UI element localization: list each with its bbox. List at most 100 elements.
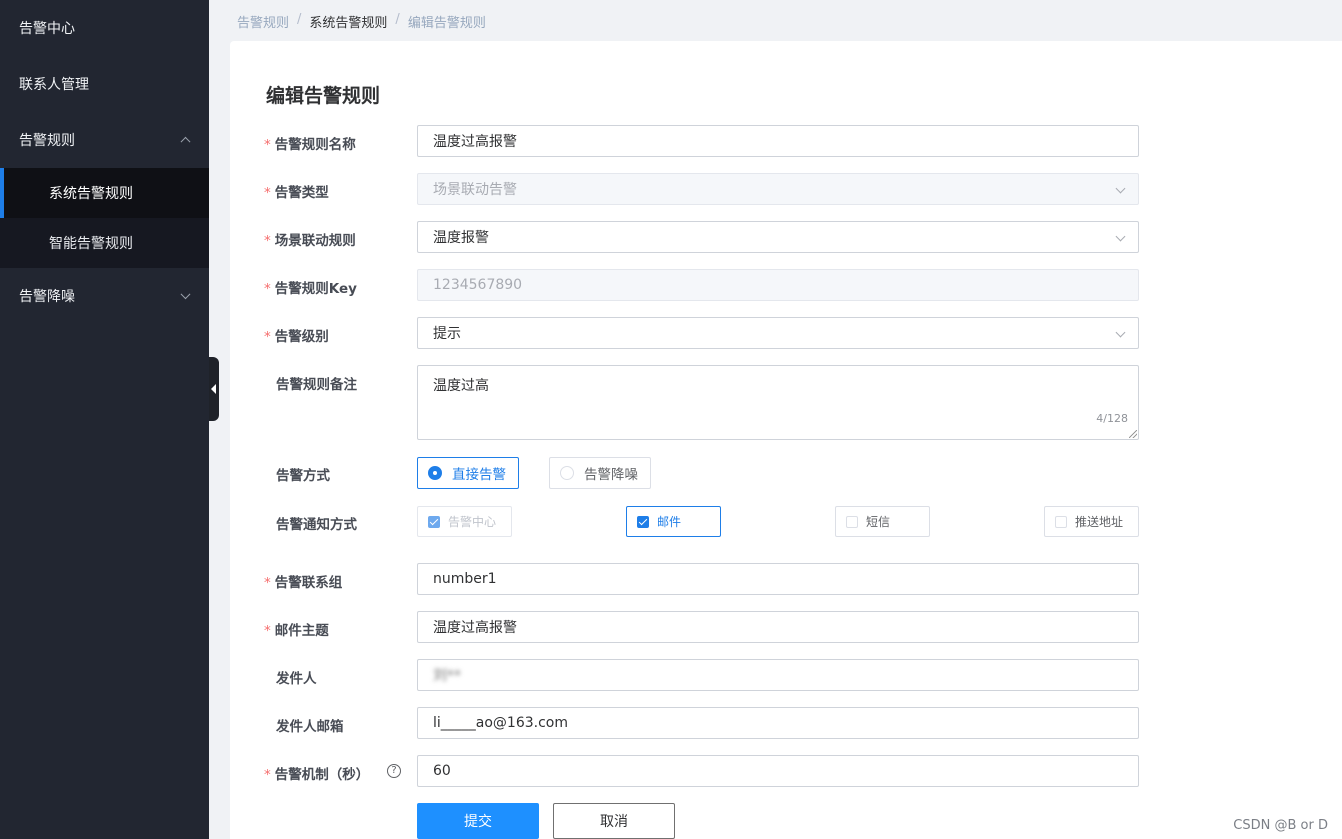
breadcrumb-separator: / bbox=[395, 12, 400, 27]
mail-subject-input[interactable]: 温度过高报警 bbox=[417, 611, 1139, 643]
label-text: 告警类型 bbox=[274, 185, 329, 201]
sender-email-input[interactable]: li_____ao@163.com bbox=[417, 707, 1139, 739]
contact-group-input[interactable]: number1 bbox=[417, 563, 1139, 595]
required-mark: * bbox=[264, 185, 271, 201]
radio-label: 直接告警 bbox=[452, 467, 506, 483]
label-text: 告警机制（秒） bbox=[274, 767, 370, 783]
breadcrumb-link-alarm-rules[interactable]: 告警规则 bbox=[237, 12, 289, 31]
rule-key-input: 1234567890 bbox=[417, 269, 1139, 301]
radio-direct-alarm[interactable]: 直接告警 bbox=[417, 457, 519, 489]
sender-label: 发件人 bbox=[276, 671, 317, 687]
label-text: 告警级别 bbox=[274, 329, 329, 345]
checkbox-label: 告警中心 bbox=[448, 515, 497, 529]
required-mark: * bbox=[264, 233, 271, 249]
sidebar-item-label: 告警规则 bbox=[19, 133, 75, 149]
required-mark: * bbox=[264, 767, 271, 783]
checkbox-checked-icon bbox=[428, 515, 440, 528]
label-text: 场景联动规则 bbox=[274, 233, 356, 249]
radio-checked-icon bbox=[428, 466, 442, 480]
sidebar-item-system-rules[interactable]: 系统告警规则 bbox=[0, 168, 209, 218]
sidebar-item-alarm-center[interactable]: 告警中心 bbox=[0, 0, 209, 56]
level-select[interactable]: 提示 bbox=[417, 317, 1139, 349]
sidebar-submenu: 系统告警规则 智能告警规则 bbox=[0, 168, 209, 268]
breadcrumb-current: 编辑告警规则 bbox=[407, 16, 486, 31]
input-value: number1 bbox=[433, 571, 497, 587]
sender-email-label: 发件人邮箱 bbox=[276, 719, 344, 735]
checkbox-label: 短信 bbox=[866, 515, 891, 529]
chevron-down-icon bbox=[1115, 183, 1126, 194]
mechanism-input[interactable]: 60 bbox=[417, 755, 1139, 787]
radio-noise-reduction[interactable]: 告警降噪 bbox=[549, 457, 651, 489]
textarea-value: 温度过高 bbox=[433, 378, 489, 394]
level-label: * 告警级别 bbox=[264, 325, 329, 345]
sidebar-item-contacts[interactable]: 联系人管理 bbox=[0, 56, 209, 112]
alarm-type-select: 场景联动告警 bbox=[417, 173, 1139, 205]
required-mark: * bbox=[264, 623, 271, 639]
sidebar-item-label: 智能告警规则 bbox=[49, 236, 133, 252]
remark-label: 告警规则备注 bbox=[276, 377, 357, 393]
checkbox-push-url[interactable]: 推送地址 bbox=[1044, 506, 1139, 537]
sidebar-item-noise-reduction[interactable]: 告警降噪 bbox=[0, 268, 209, 324]
checkbox-checked-icon bbox=[637, 515, 649, 528]
checkbox-unchecked-icon bbox=[846, 515, 858, 528]
sidebar: 告警中心 联系人管理 告警规则 系统告警规则 智能告警规则 告警降噪 bbox=[0, 0, 209, 839]
required-mark: * bbox=[264, 575, 271, 591]
select-value: 提示 bbox=[433, 326, 461, 342]
chevron-down-icon bbox=[1115, 327, 1126, 338]
rule-name-input[interactable]: 温度过高报警 bbox=[417, 125, 1139, 157]
radio-label: 告警降噪 bbox=[584, 467, 638, 483]
input-value: li_____ao@163.com bbox=[433, 715, 568, 731]
label-text: 邮件主题 bbox=[274, 623, 329, 639]
label-text: 告警联系组 bbox=[274, 575, 343, 591]
required-mark: * bbox=[264, 329, 271, 345]
scene-rule-label: * 场景联动规则 bbox=[264, 229, 356, 249]
form-card: 编辑告警规则 * 告警规则名称 温度过高报警 * 告警类型 场景联动告警 * 场景联动… bbox=[230, 41, 1342, 839]
input-value: 刘** bbox=[433, 668, 461, 684]
char-counter: 4/128 bbox=[1096, 412, 1128, 425]
checkbox-unchecked-icon bbox=[1055, 515, 1067, 528]
checkbox-email[interactable]: 邮件 bbox=[626, 506, 721, 537]
label-text: 告警规则名称 bbox=[274, 137, 356, 153]
breadcrumb-separator: / bbox=[297, 12, 302, 27]
required-mark: * bbox=[264, 137, 271, 153]
chevron-down-icon bbox=[1115, 231, 1126, 242]
select-value: 场景联动告警 bbox=[433, 182, 517, 198]
chevron-up-icon bbox=[180, 136, 191, 147]
required-mark: * bbox=[264, 281, 271, 297]
input-value: 1234567890 bbox=[433, 277, 523, 293]
submit-button[interactable]: 提交 bbox=[417, 803, 539, 839]
resize-handle-icon[interactable] bbox=[1129, 430, 1137, 438]
sidebar-item-label: 联系人管理 bbox=[19, 77, 89, 93]
mail-subject-label: * 邮件主题 bbox=[264, 619, 329, 639]
mechanism-label: * 告警机制（秒） bbox=[264, 763, 369, 783]
checkbox-label: 推送地址 bbox=[1075, 515, 1124, 529]
method-label: 告警方式 bbox=[276, 468, 330, 484]
input-value: 60 bbox=[433, 763, 451, 779]
sidebar-collapse-toggle[interactable] bbox=[209, 357, 219, 421]
input-value: 温度过高报警 bbox=[433, 134, 517, 150]
radio-unchecked-icon bbox=[560, 466, 574, 480]
breadcrumb-link-system-rules[interactable]: 系统告警规则 bbox=[309, 12, 387, 31]
scene-rule-select[interactable]: 温度报警 bbox=[417, 221, 1139, 253]
notify-label: 告警通知方式 bbox=[276, 517, 357, 533]
sidebar-item-label: 告警中心 bbox=[19, 21, 75, 37]
cancel-button[interactable]: 取消 bbox=[553, 803, 675, 839]
breadcrumb: 告警规则 / 系统告警规则 / 编辑告警规则 bbox=[237, 12, 486, 31]
contact-group-label: * 告警联系组 bbox=[264, 571, 342, 591]
checkbox-label: 邮件 bbox=[657, 515, 682, 529]
checkbox-alarm-center: 告警中心 bbox=[417, 506, 512, 537]
label-text: 告警规则Key bbox=[274, 281, 357, 297]
page-title: 编辑告警规则 bbox=[266, 85, 381, 107]
select-value: 温度报警 bbox=[433, 230, 489, 246]
sidebar-item-label: 告警降噪 bbox=[19, 289, 75, 305]
sidebar-item-alarm-rules[interactable]: 告警规则 bbox=[0, 112, 209, 168]
sidebar-item-smart-rules[interactable]: 智能告警规则 bbox=[0, 218, 209, 268]
question-circle-icon[interactable]: ? bbox=[387, 764, 401, 778]
sender-input[interactable]: 刘** bbox=[417, 659, 1139, 691]
input-value: 温度过高报警 bbox=[433, 620, 517, 636]
alarm-type-label: * 告警类型 bbox=[264, 181, 329, 201]
watermark: CSDN @B or D bbox=[1233, 818, 1328, 833]
chevron-down-icon bbox=[180, 289, 191, 300]
checkbox-sms[interactable]: 短信 bbox=[835, 506, 930, 537]
remark-textarea[interactable]: 温度过高 4/128 bbox=[417, 365, 1139, 440]
